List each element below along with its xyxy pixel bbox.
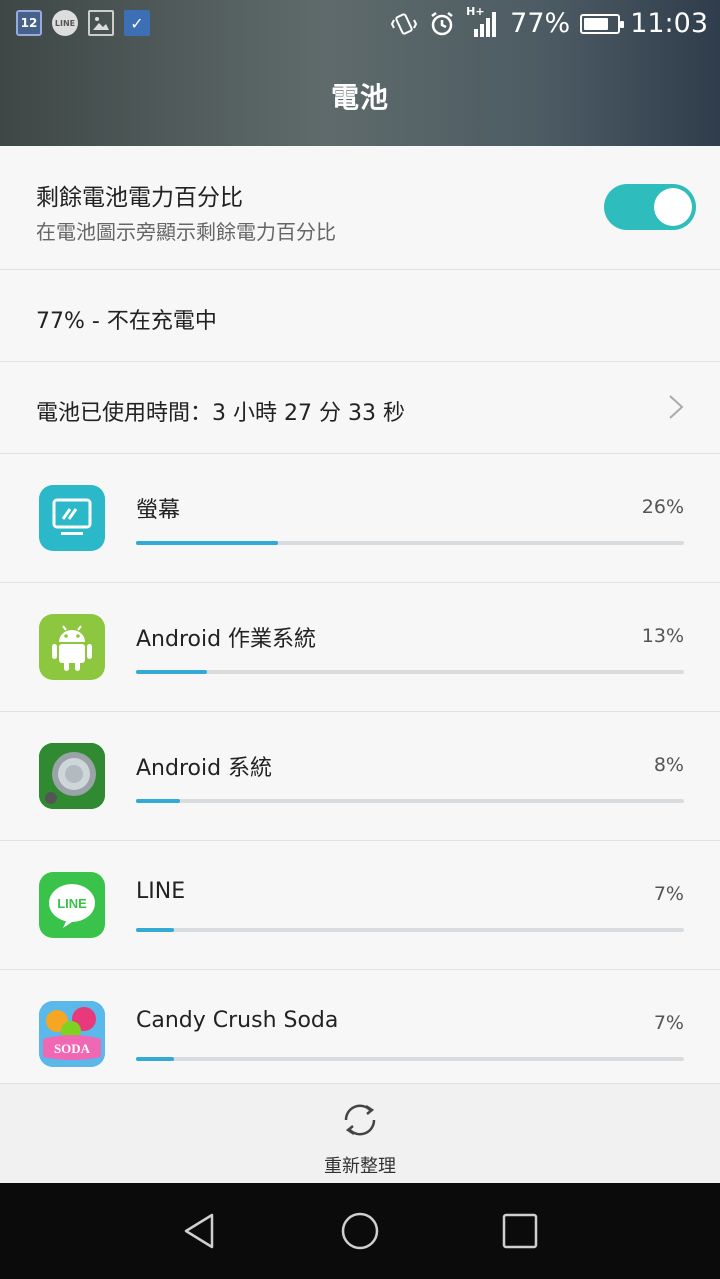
usage-time-text: 電池已使用時間：3 小時 27 分 33 秒 xyxy=(36,401,405,426)
home-icon[interactable] xyxy=(340,1211,380,1251)
app-row-line[interactable]: LINE LINE 7% xyxy=(0,841,720,970)
app-percent: 26% xyxy=(641,496,684,518)
setting-title: 剩餘電池電力百分比 xyxy=(36,185,243,211)
usage-bar-fill xyxy=(136,670,208,674)
android-system-icon xyxy=(39,743,105,809)
app-row-candy-crush[interactable]: SODA Candy Crush Soda 7% xyxy=(0,970,720,1099)
app-header: 12 LINE ✓ H+ 77% 11:03 電池 xyxy=(0,0,720,146)
setting-subtitle: 在電池圖示旁顯示剩餘電力百分比 xyxy=(36,220,336,244)
battery-icon xyxy=(580,13,625,34)
android-os-icon xyxy=(39,614,105,680)
vibrate-icon xyxy=(391,12,418,35)
notification-icons: 12 LINE ✓ xyxy=(16,10,150,36)
app-percent: 7% xyxy=(653,883,684,905)
candy-icon-text: SODA xyxy=(54,1041,91,1056)
gallery-icon xyxy=(88,10,114,36)
usage-bar-fill xyxy=(136,541,279,545)
recents-icon[interactable] xyxy=(500,1211,540,1251)
battery-status-row: 77% - 不在充電中 xyxy=(0,270,720,362)
clock: 11:03 xyxy=(630,8,708,39)
app-name: Android 作業系統 xyxy=(136,627,317,652)
usage-bar xyxy=(136,799,684,803)
usage-bar-fill xyxy=(136,928,175,932)
refresh-label: 重新整理 xyxy=(324,1156,396,1177)
app-name: Candy Crush Soda xyxy=(136,1008,339,1033)
candy-crush-icon: SODA xyxy=(39,1001,105,1067)
app-name: LINE xyxy=(136,879,186,904)
line-icon-text: LINE xyxy=(57,896,87,911)
battery-percent: 77% xyxy=(510,8,571,39)
chevron-right-icon xyxy=(669,395,684,419)
app-percent: 13% xyxy=(641,625,684,647)
screen-icon xyxy=(39,485,105,551)
alarm-icon xyxy=(431,11,453,35)
navigation-bar xyxy=(0,1183,720,1279)
usage-bar xyxy=(136,1057,684,1061)
usage-bar-fill xyxy=(136,799,180,803)
battery-percentage-toggle[interactable] xyxy=(604,184,696,230)
signal-icon: H+ xyxy=(466,5,500,39)
bottom-action-bar: 重新整理 xyxy=(0,1083,720,1183)
usage-bar xyxy=(136,670,684,674)
back-icon[interactable] xyxy=(180,1211,220,1251)
page-title: 電池 xyxy=(330,81,389,114)
system-indicators: H+ 77% 11:03 xyxy=(390,5,708,39)
battery-percentage-setting[interactable]: 剩餘電池電力百分比 在電池圖示旁顯示剩餘電力百分比 xyxy=(0,146,720,270)
refresh-icon xyxy=(344,1104,376,1136)
usage-bar xyxy=(136,541,684,545)
usage-bar-fill xyxy=(136,1057,175,1061)
line-icon: LINE xyxy=(52,10,78,36)
usage-time-row[interactable]: 電池已使用時間：3 小時 27 分 33 秒 xyxy=(0,362,720,454)
app-row-android-os[interactable]: Android 作業系統 13% xyxy=(0,583,720,712)
app-row-screen[interactable]: 螢幕 26% xyxy=(0,454,720,583)
app-percent: 8% xyxy=(653,754,684,776)
app-percent: 7% xyxy=(653,1012,684,1034)
line-app-icon: LINE xyxy=(39,872,105,938)
status-bar: 12 LINE ✓ H+ 77% 11:03 xyxy=(0,0,720,52)
usage-bar xyxy=(136,928,684,932)
calendar-icon: 12 xyxy=(16,10,42,36)
app-name: 螢幕 xyxy=(136,498,181,523)
task-check-icon: ✓ xyxy=(124,10,150,36)
app-name: Android 系統 xyxy=(136,756,273,781)
app-row-android-system[interactable]: Android 系統 8% xyxy=(0,712,720,841)
toggle-knob xyxy=(654,188,692,226)
battery-status-text: 77% - 不在充電中 xyxy=(36,309,217,334)
